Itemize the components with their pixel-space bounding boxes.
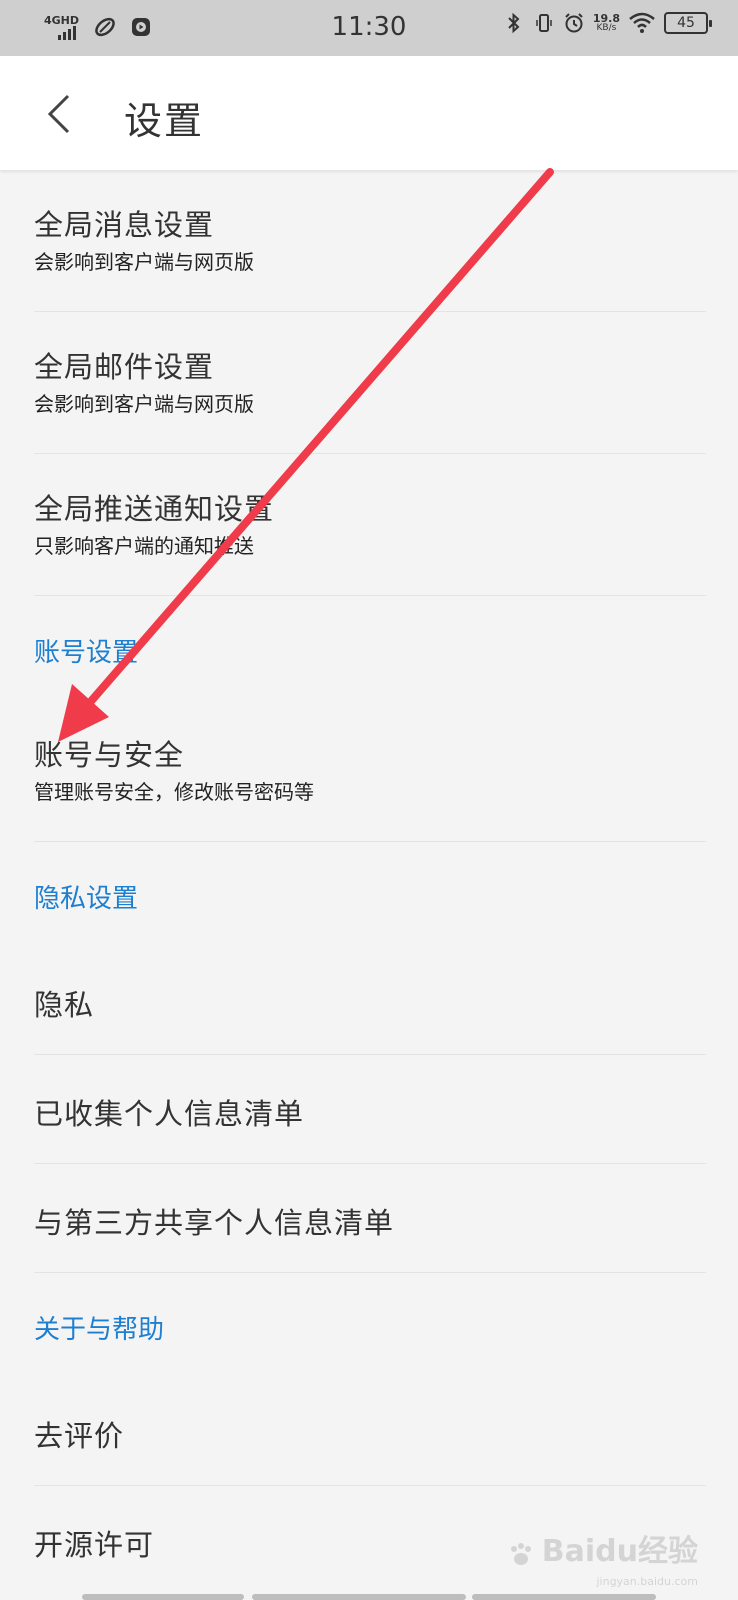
battery-icon: 45 [664,12,712,34]
section-label: 隐私设置 [34,884,139,914]
section-privacy-settings: 隐私设置 [34,842,704,946]
item-title: 与第三方共享个人信息清单 [34,1206,395,1240]
network-speed: 19.8 KB/s [593,13,620,33]
third-party-info-list-item[interactable]: 与第三方共享个人信息清单 [34,1164,706,1273]
global-push-settings-item[interactable]: 全局推送通知设置 只影响客户端的通知推送 [34,454,706,596]
item-title: 全局推送通知设置 [34,492,275,526]
section-label: 账号设置 [34,638,139,668]
chevron-left-icon [47,94,70,134]
bluetooth-icon [503,12,525,34]
nav-gesture-bar-right [472,1594,656,1600]
page-title: 设置 [124,99,205,143]
item-subtitle: 管理账号安全，修改账号密码等 [34,780,314,804]
global-message-settings-item[interactable]: 全局消息设置 会影响到客户端与网页版 [34,170,706,312]
global-mail-settings-item[interactable]: 全局邮件设置 会影响到客户端与网页版 [34,312,706,454]
item-subtitle: 会影响到客户端与网页版 [34,392,254,416]
network-speed-unit: KB/s [596,23,617,33]
alarm-icon [563,12,585,34]
account-security-item[interactable]: 账号与安全 管理账号安全，修改账号密码等 [34,700,706,842]
privacy-item[interactable]: 隐私 [34,946,706,1055]
vibrate-icon [533,12,555,34]
item-title: 已收集个人信息清单 [34,1097,305,1131]
baidu-watermark: Baidu经验 jingyan.baidu.com [506,1526,698,1588]
wifi-icon [628,12,656,34]
section-account-settings: 账号设置 [34,596,704,700]
paw-logo-icon [510,1543,531,1565]
app-bar: 设置 [0,56,738,170]
item-title: 隐私 [34,988,95,1022]
watermark-subtext: jingyan.baidu.com [596,1575,698,1588]
nav-gesture-bar-center [252,1594,466,1600]
item-subtitle: 只影响客户端的通知推送 [34,534,254,558]
item-title: 去评价 [34,1419,125,1453]
section-label: 关于与帮助 [34,1315,165,1345]
back-button[interactable] [30,86,86,142]
section-about-help: 关于与帮助 [34,1273,704,1377]
item-title: 全局邮件设置 [34,350,215,384]
rate-item[interactable]: 去评价 [34,1377,706,1486]
battery-level: 45 [677,15,695,31]
nav-gesture-bar-left [82,1594,244,1600]
settings-list: 全局消息设置 会影响到客户端与网页版 全局邮件设置 会影响到客户端与网页版 全局… [0,170,738,1595]
collected-info-list-item[interactable]: 已收集个人信息清单 [34,1055,706,1164]
status-bar: 4GHD 11:30 19.8 KB/s 45 [0,0,738,56]
item-title: 全局消息设置 [34,208,215,242]
item-title: 开源许可 [34,1528,155,1562]
item-title: 账号与安全 [34,738,185,772]
item-subtitle: 会影响到客户端与网页版 [34,250,254,274]
watermark-text: Baidu经验 [541,1534,698,1569]
status-right: 19.8 KB/s 45 [503,12,712,34]
